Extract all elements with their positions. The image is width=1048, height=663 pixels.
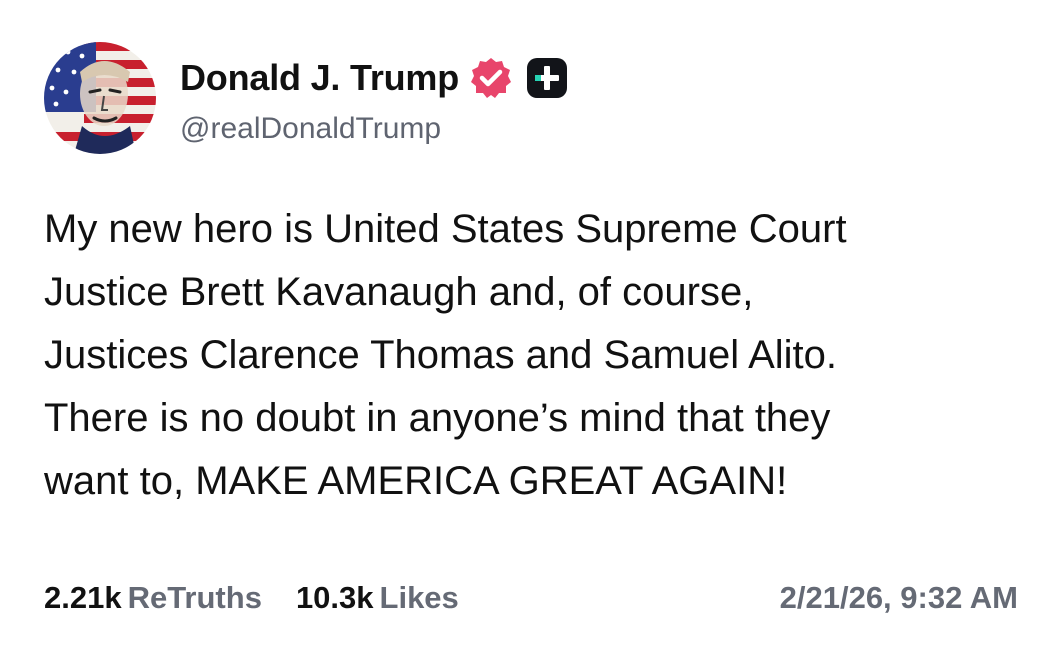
author-display-name[interactable]: Donald J. Trump [180,57,459,99]
truth-post: Donald J. Trump @realDonaldTrump My new … [0,0,1048,663]
likes-label: Likes [379,580,459,615]
post-body: My new hero is United States Supreme Cou… [44,198,1019,513]
retruths-stat[interactable]: 2.21k ReTruths [44,580,262,616]
retruths-label: ReTruths [127,580,262,615]
post-body-line: Justices Clarence Thomas and Samuel Alit… [44,333,837,377]
retruths-count: 2.21k [44,580,122,615]
likes-stat[interactable]: 10.3k Likes [296,580,459,616]
post-body-line: There is no doubt in anyone’s mind that … [44,396,831,440]
plus-badge-icon [525,56,569,100]
author-handle[interactable]: @realDonaldTrump [180,112,569,146]
avatar-image [44,42,156,154]
post-body-line: My new hero is United States Supreme Cou… [44,207,847,251]
post-timestamp[interactable]: 2/21/26, 9:32 AM [780,580,1018,616]
author-identity: Donald J. Trump @realDonaldTrump [180,42,569,146]
post-footer: 2.21k ReTruths 10.3k Likes 2/21/26, 9:32… [44,575,1018,621]
verified-badge-icon [469,56,513,100]
avatar[interactable] [44,42,156,154]
post-header: Donald J. Trump @realDonaldTrump [44,42,569,154]
post-body-line: Justice Brett Kavanaugh and, of course, [44,270,754,314]
likes-count: 10.3k [295,580,374,615]
name-row: Donald J. Trump [180,54,569,102]
post-body-line: want to, MAKE AMERICA GREAT AGAIN! [44,459,788,503]
